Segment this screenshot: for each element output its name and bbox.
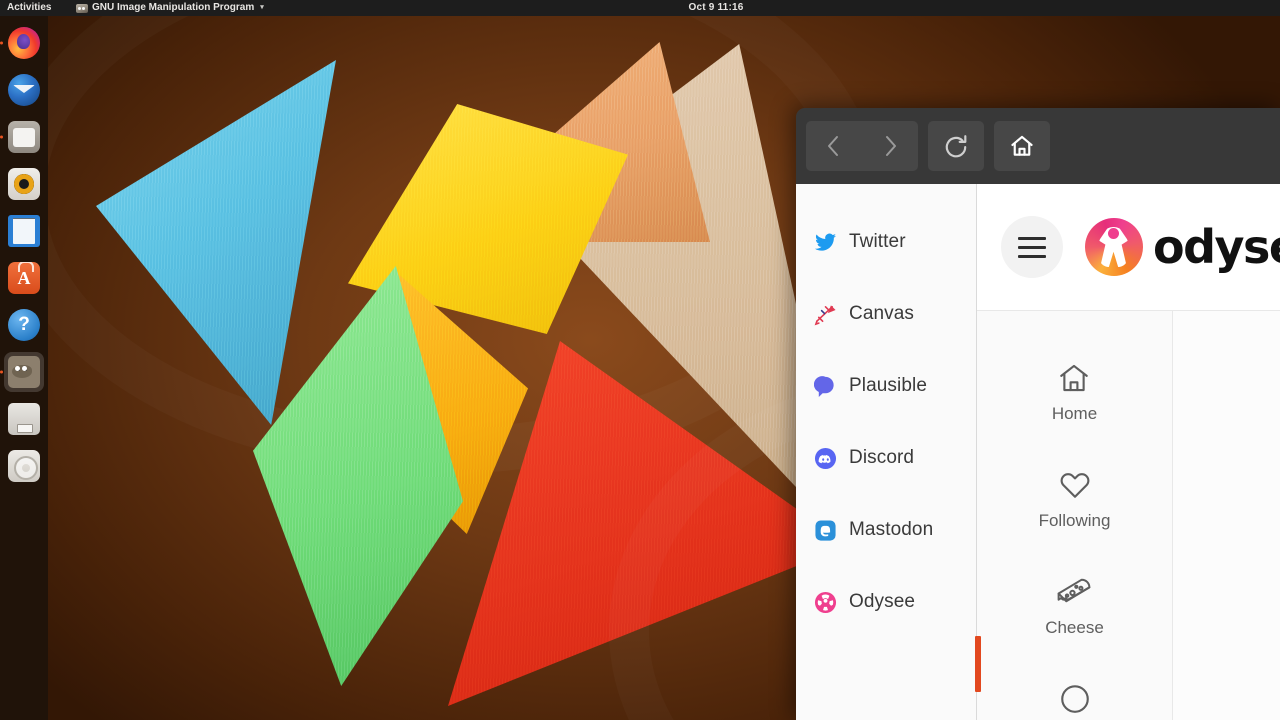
twitter-icon bbox=[813, 230, 837, 254]
dock-item-files[interactable] bbox=[4, 117, 44, 157]
bookmark-label: Mastodon bbox=[849, 519, 934, 540]
clock[interactable]: Oct 9 11:16 bbox=[0, 0, 1280, 16]
dock-item-firefox[interactable] bbox=[4, 23, 44, 63]
bookmark-label: Odysee bbox=[849, 591, 916, 612]
software-icon: A bbox=[8, 262, 40, 294]
reload-button[interactable] bbox=[928, 121, 984, 171]
discord-icon bbox=[813, 446, 837, 470]
nav-label: Following bbox=[1038, 511, 1111, 530]
files-icon bbox=[8, 121, 40, 153]
dock-item-help[interactable]: ? bbox=[4, 305, 44, 345]
bookmark-item-canvas[interactable]: Canvas bbox=[796, 278, 976, 350]
odysee-content-pane bbox=[1173, 311, 1280, 720]
rhythmbox-icon bbox=[8, 168, 40, 200]
cheese-icon bbox=[1058, 578, 1091, 603]
bookmark-item-twitter[interactable]: Twitter bbox=[796, 206, 976, 278]
bookmark-label: Canvas bbox=[849, 303, 915, 324]
bookmark-item-mastodon[interactable]: Mastodon bbox=[796, 494, 976, 566]
nav-item-following[interactable]: Following bbox=[1038, 468, 1111, 531]
tangram-blue-triangle bbox=[96, 60, 336, 425]
writer-icon bbox=[8, 215, 40, 247]
nav-item-cheese[interactable]: Cheese bbox=[1045, 575, 1104, 638]
browser-content: Twitter Canvas Plausible Discord Mastodo… bbox=[796, 184, 1280, 720]
gnome-top-bar: Activities GNU Image Manipulation Progra… bbox=[0, 0, 1280, 16]
usb-drive-icon bbox=[8, 403, 40, 435]
bookmarks-sidebar: Twitter Canvas Plausible Discord Mastodo… bbox=[796, 184, 981, 720]
reload-icon bbox=[945, 135, 967, 158]
back-button[interactable] bbox=[806, 121, 862, 171]
odysee-icon bbox=[813, 590, 837, 614]
odysee-page: odysee Home bbox=[977, 184, 1280, 720]
mastodon-icon bbox=[813, 518, 837, 542]
bookmark-label: Plausible bbox=[849, 375, 928, 396]
dock-item-writer[interactable] bbox=[4, 211, 44, 251]
thunderbird-icon bbox=[8, 74, 40, 106]
circle-icon bbox=[1060, 685, 1089, 713]
help-icon: ? bbox=[8, 309, 40, 341]
odysee-sidebar-nav: Home Following Cheese bbox=[977, 311, 1173, 720]
home-button[interactable] bbox=[994, 121, 1050, 171]
nav-label: Cheese bbox=[1045, 618, 1104, 637]
browser-toolbar bbox=[796, 108, 1280, 184]
plausible-icon bbox=[813, 374, 837, 398]
bookmark-label: Discord bbox=[849, 447, 915, 468]
chevron-right-icon bbox=[886, 136, 896, 156]
nav-label: Home bbox=[1051, 404, 1098, 423]
menu-button[interactable] bbox=[1001, 216, 1063, 278]
hamburger-icon bbox=[1018, 245, 1046, 249]
nav-item-home[interactable]: Home bbox=[1052, 361, 1097, 424]
home-icon bbox=[1011, 135, 1033, 156]
forward-button[interactable] bbox=[862, 121, 918, 171]
active-bookmark-indicator bbox=[975, 636, 981, 692]
odysee-body: Home Following Cheese bbox=[977, 311, 1280, 720]
canvas-icon bbox=[813, 302, 837, 326]
dock-item-usb[interactable] bbox=[4, 399, 44, 439]
odysee-header: odysee bbox=[977, 184, 1280, 311]
dock-item-gimp[interactable] bbox=[4, 352, 44, 392]
odysee-logo-icon bbox=[1085, 218, 1143, 276]
dock-item-rhythmbox[interactable] bbox=[4, 164, 44, 204]
ubuntu-dock: A ? bbox=[0, 16, 48, 720]
optical-disc-icon bbox=[8, 450, 40, 482]
firefox-icon bbox=[8, 27, 40, 59]
dock-item-disc[interactable] bbox=[4, 446, 44, 486]
odysee-brand[interactable]: odysee bbox=[1085, 218, 1280, 276]
bookmark-item-plausible[interactable]: Plausible bbox=[796, 350, 976, 422]
nav-item-partial[interactable] bbox=[1057, 682, 1093, 716]
gimp-icon bbox=[8, 356, 40, 388]
bookmark-item-odysee[interactable]: Odysee bbox=[796, 566, 976, 638]
browser-window: Twitter Canvas Plausible Discord Mastodo… bbox=[796, 108, 1280, 720]
dock-item-software[interactable]: A bbox=[4, 258, 44, 298]
dock-item-thunderbird[interactable] bbox=[4, 70, 44, 110]
bookmark-item-discord[interactable]: Discord bbox=[796, 422, 976, 494]
chevron-left-icon bbox=[828, 136, 838, 156]
home-icon bbox=[1060, 364, 1089, 392]
heart-icon bbox=[1060, 473, 1089, 498]
odysee-wordmark: odysee bbox=[1153, 220, 1280, 274]
bookmark-label: Twitter bbox=[849, 231, 906, 252]
